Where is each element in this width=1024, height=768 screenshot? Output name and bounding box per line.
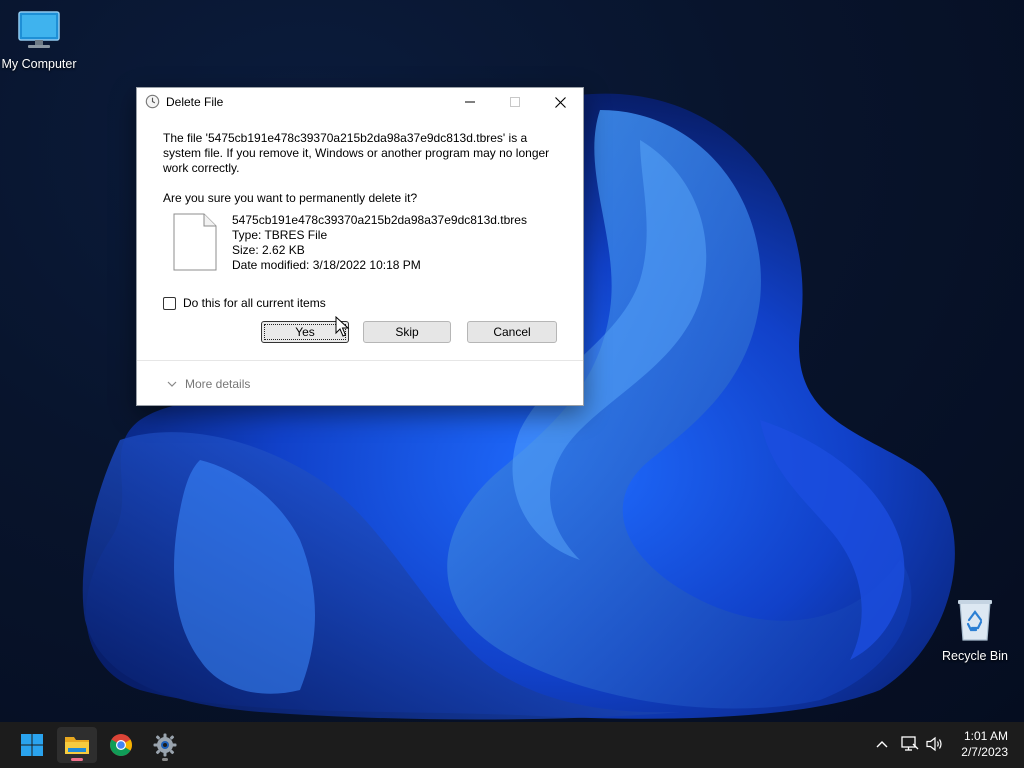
volume-button[interactable] bbox=[926, 735, 944, 753]
maximize-button bbox=[492, 88, 538, 116]
taskbar-file-explorer[interactable] bbox=[57, 727, 97, 763]
file-details: 5475cb191e478c39370a215b2da98a37e9dc813d… bbox=[232, 213, 527, 273]
minimize-button[interactable] bbox=[447, 88, 493, 116]
maximize-icon bbox=[510, 97, 520, 107]
minimize-icon bbox=[465, 101, 475, 103]
clock-icon bbox=[145, 94, 160, 109]
skip-button[interactable]: Skip bbox=[363, 321, 451, 343]
dialog-message: The file '5475cb191e478c39370a215b2da98a… bbox=[163, 131, 550, 175]
close-icon bbox=[554, 96, 566, 108]
dialog-divider bbox=[137, 360, 583, 361]
settings-icon bbox=[153, 733, 177, 757]
dialog-titlebar[interactable]: Delete File bbox=[137, 88, 583, 116]
apply-to-all-row[interactable]: Do this for all current items bbox=[163, 296, 326, 310]
active-indicator bbox=[71, 758, 83, 761]
desktop-icon-recycle-bin[interactable]: Recycle Bin bbox=[933, 598, 1017, 663]
file-size: Size: 2.62 KB bbox=[232, 243, 305, 257]
monitor-icon bbox=[18, 11, 60, 48]
mouse-cursor-icon bbox=[335, 316, 350, 337]
apply-to-all-checkbox[interactable] bbox=[163, 296, 176, 310]
chevron-up-icon bbox=[876, 741, 888, 748]
dialog-question: Are you sure you want to permanently del… bbox=[163, 191, 418, 205]
file-type: Type: TBRES File bbox=[232, 228, 328, 242]
desktop-icon-my-computer[interactable]: My Computer bbox=[0, 10, 81, 71]
apply-to-all-label: Do this for all current items bbox=[183, 296, 326, 310]
clock-time: 1:01 AM bbox=[963, 729, 1008, 743]
file-explorer-icon bbox=[65, 737, 89, 754]
start-icon bbox=[21, 734, 43, 756]
more-details-toggle[interactable]: More details bbox=[167, 377, 250, 391]
close-button[interactable] bbox=[537, 88, 583, 116]
chrome-icon bbox=[110, 734, 132, 756]
taskbar-clock[interactable]: 1:01 AM 2/7/2023 bbox=[961, 728, 1008, 760]
desktop-icon-label: Recycle Bin bbox=[942, 649, 1008, 663]
taskbar-chrome[interactable] bbox=[101, 727, 141, 763]
taskbar-settings[interactable] bbox=[145, 727, 185, 763]
desktop-icon-label: My Computer bbox=[1, 57, 77, 71]
delete-file-dialog: Delete File The file '5475cb191e478c3937… bbox=[136, 87, 584, 406]
file-icon bbox=[173, 213, 217, 271]
network-icon bbox=[901, 736, 919, 751]
clock-date: 2/7/2023 bbox=[961, 745, 1008, 759]
more-details-label: More details bbox=[185, 377, 251, 391]
recycle-bin-icon bbox=[958, 600, 992, 641]
show-hidden-icons-button[interactable] bbox=[873, 735, 891, 753]
start-button[interactable] bbox=[12, 727, 52, 763]
chevron-down-icon bbox=[167, 381, 177, 387]
cancel-button[interactable]: Cancel bbox=[467, 321, 557, 343]
running-indicator bbox=[162, 758, 168, 761]
file-name: 5475cb191e478c39370a215b2da98a37e9dc813d… bbox=[232, 213, 527, 227]
taskbar: 1:01 AM 2/7/2023 bbox=[0, 722, 1024, 768]
file-date-modified: Date modified: 3/18/2022 10:18 PM bbox=[232, 258, 421, 272]
network-button[interactable] bbox=[901, 735, 919, 753]
dialog-title: Delete File bbox=[166, 95, 224, 109]
volume-icon bbox=[926, 736, 942, 752]
